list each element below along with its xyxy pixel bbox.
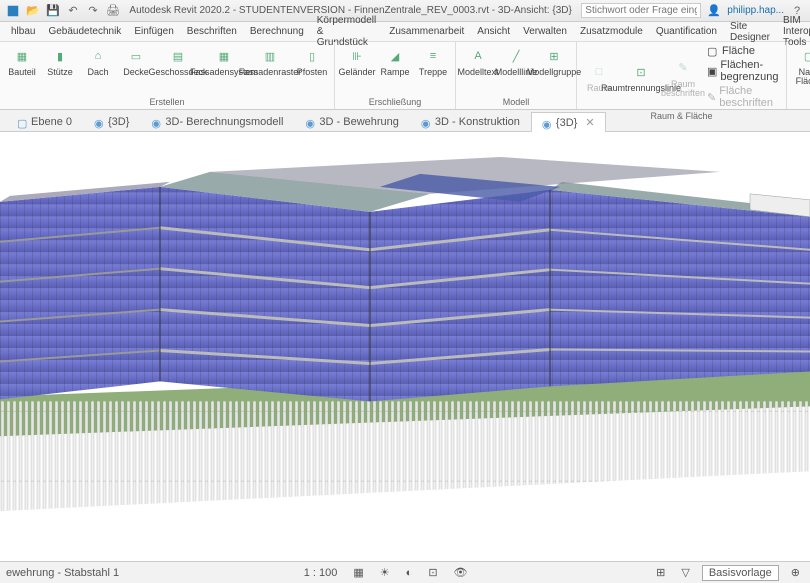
hide-icon[interactable]: 👁	[450, 565, 472, 580]
filter-icon[interactable]: ▽	[677, 565, 693, 580]
view-tab[interactable]: ◉{3D}	[83, 112, 140, 131]
tool-dach[interactable]: ⌂Dach	[80, 44, 116, 78]
view-tab[interactable]: ◉3D- Berechnungsmodell	[140, 112, 294, 131]
status-selection: ewehrung - Stabstahl 1	[6, 567, 119, 579]
tool-raumtrennung[interactable]: ⊡Raumtrennungslinie	[619, 44, 663, 110]
menu-item[interactable]: Einfügen	[129, 24, 178, 39]
panel-title: Öffnung	[791, 96, 810, 107]
menu-item[interactable]: Ansicht	[472, 24, 515, 39]
ribbon-panel-erschliessung: ⊪Geländer ◢Rampe ≡Treppe Erschließung	[335, 42, 456, 109]
view-tab-active[interactable]: ◉{3D}✕	[531, 112, 606, 132]
crop-icon[interactable]: ⊡	[424, 565, 441, 580]
menu-item[interactable]: Beschriften	[182, 24, 242, 39]
menu-item[interactable]: Berechnung	[245, 24, 309, 39]
tool-modellgruppe[interactable]: ⊞Modellgruppe	[536, 44, 572, 78]
ribbon: ▦Bauteil ▮Stütze ⌂Dach ▭Decke ▤Geschossd…	[0, 42, 810, 110]
menu-item[interactable]: Verwalten	[518, 24, 572, 39]
user-name[interactable]: philipp.hap...	[727, 5, 784, 16]
shadows-icon[interactable]: ◐	[402, 566, 417, 580]
menu-item[interactable]: Zusatzmodule	[575, 24, 648, 39]
view-tab[interactable]: ◉3D - Bewehrung	[294, 112, 410, 131]
open-icon[interactable]: 📂	[26, 4, 40, 18]
menu-item[interactable]: Quantification	[651, 24, 722, 39]
view-tab[interactable]: ◉3D - Konstruktion	[410, 112, 531, 131]
ribbon-panel-erstellen: ▦Bauteil ▮Stütze ⌂Dach ▭Decke ▤Geschossd…	[0, 42, 335, 109]
save-icon[interactable]: 💾	[46, 4, 60, 18]
ribbon-panel-raum: □Raum ⊡Raumtrennungslinie ✎Raum beschrif…	[577, 42, 787, 109]
menu-item[interactable]: hlbau	[6, 24, 40, 39]
title-bar: 📂 💾 ↶ ↷ 🖨 Autodesk Revit 2020.2 - STUDEN…	[0, 0, 810, 22]
worksets-icon[interactable]: ⊕	[787, 565, 804, 580]
tool-stuetze[interactable]: ▮Stütze	[42, 44, 78, 78]
tool-raumbeschriften[interactable]: ✎Raum beschriften	[665, 44, 701, 110]
tool-raum[interactable]: □Raum	[581, 44, 617, 110]
visual-style-icon[interactable]: ▦	[349, 565, 367, 580]
tool-pfosten[interactable]: ▯Pfosten	[294, 44, 330, 78]
status-bar: ewehrung - Stabstahl 1 1 : 100 ▦ ☀ ◐ ⊡ 👁…	[0, 561, 810, 583]
sun-path-icon[interactable]: ☀	[376, 565, 394, 580]
menu-item[interactable]: Site Designer	[725, 19, 775, 45]
tool-flaechenbegrenzung[interactable]: ▣Flächen- begrenzung	[705, 58, 782, 84]
menu-item[interactable]: Zusammenarbeit	[384, 24, 469, 39]
tool-bauteil[interactable]: ▦Bauteil	[4, 44, 40, 78]
viewport-3d[interactable]	[0, 132, 810, 561]
menu-item[interactable]: Gebäudetechnik	[43, 24, 126, 39]
tool-flaechebeschriften[interactable]: ✎Fläche beschriften	[705, 84, 782, 110]
status-scale[interactable]: 1 : 100	[300, 566, 342, 580]
app-icon	[6, 4, 20, 18]
tool-rampe[interactable]: ◢Rampe	[377, 44, 413, 78]
panel-title: Erschließung	[339, 96, 451, 107]
tool-gelaender[interactable]: ⊪Geländer	[339, 44, 375, 78]
user-icon[interactable]: 👤	[707, 4, 721, 18]
ribbon-panel-oeffnung: ▢Nach Fläche ▯Schacht ▭Wand ▮Vertikal ⌂G…	[787, 42, 810, 109]
redo-icon[interactable]: ↷	[86, 4, 100, 18]
close-tab-icon[interactable]: ✕	[585, 116, 594, 129]
tool-nachflaeche[interactable]: ▢Nach Fläche	[791, 44, 810, 87]
tool-treppe[interactable]: ≡Treppe	[415, 44, 451, 78]
tool-modelltext[interactable]: AModelltext	[460, 44, 496, 78]
menu-bar: hlbau Gebäudetechnik Einfügen Beschrifte…	[0, 22, 810, 42]
ribbon-panel-modell: AModelltext ╱Modelllinie ⊞Modellgruppe M…	[456, 42, 577, 109]
tool-fassadenraster[interactable]: ▥Fassadenraster	[248, 44, 292, 78]
undo-icon[interactable]: ↶	[66, 4, 80, 18]
tool-flaeche[interactable]: ▢Fläche	[705, 44, 782, 58]
view-tab[interactable]: ▢Ebene 0	[6, 112, 83, 131]
select-icon[interactable]: ⊞	[652, 565, 669, 580]
status-template[interactable]: Basisvorlage	[702, 565, 779, 581]
panel-title: Erstellen	[4, 96, 330, 107]
panel-title: Raum & Fläche	[581, 110, 782, 121]
print-icon[interactable]: 🖨	[106, 4, 120, 18]
panel-title: Modell	[460, 96, 572, 107]
search-input[interactable]	[581, 3, 701, 18]
